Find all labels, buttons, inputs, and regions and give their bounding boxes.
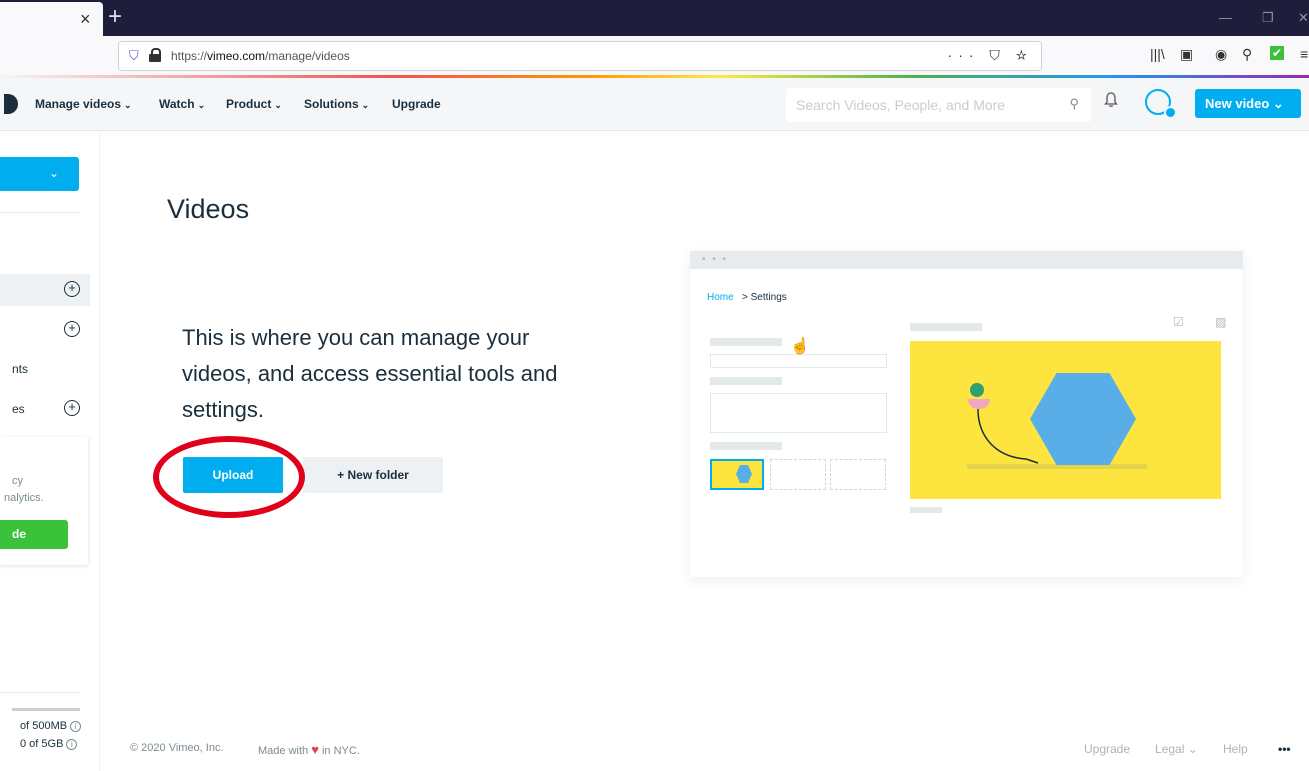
empty-state-description: This is where you can manage your videos…	[182, 325, 558, 422]
nav-watch[interactable]: Watch ⌄	[159, 97, 205, 111]
search-placeholder: Search Videos, People, and More	[796, 97, 1006, 113]
divider	[0, 692, 80, 693]
placeholder-thumbnail-selected	[710, 459, 764, 490]
footer-legal-link[interactable]: Legal ⌄	[1155, 742, 1198, 756]
illustration-window-bar: • • •	[690, 251, 1243, 269]
extension-icon[interactable]: ◉	[1215, 46, 1227, 63]
card-text: nalytics.	[4, 492, 44, 504]
chevron-down-icon: ⌄	[124, 100, 132, 110]
footer-upgrade-link[interactable]: Upgrade	[1084, 742, 1130, 756]
footer-made-with: Made with ♥ in NYC.	[258, 742, 360, 757]
info-icon[interactable]: i	[70, 721, 82, 732]
hexagon-icon	[736, 465, 752, 483]
illustration-icons: ☑ ▨	[1173, 315, 1241, 329]
sidebar: ⌄ + + nts es + cy nalytics. de of 500MB i…	[0, 131, 100, 771]
add-icon[interactable]: +	[64, 321, 80, 337]
bell-icon[interactable]	[1104, 92, 1118, 107]
card-text: cy	[12, 475, 23, 487]
sidebar-item-label: es	[12, 402, 25, 416]
more-icon[interactable]: •••	[1278, 742, 1291, 756]
storage-total: 0 of 5GB i	[20, 738, 78, 750]
placeholder-bar	[910, 323, 982, 331]
illustration-breadcrumb-settings: > Settings	[742, 292, 787, 303]
new-folder-button[interactable]: + New folder	[303, 457, 443, 493]
nav-solutions[interactable]: Solutions ⌄	[304, 97, 369, 111]
avatar-menu-icon[interactable]	[1164, 106, 1177, 119]
placeholder-box	[710, 393, 887, 433]
new-tab-icon[interactable]: +	[108, 4, 122, 30]
nav-manage-videos[interactable]: Manage videos ⌄	[35, 97, 132, 111]
upgrade-card: cy nalytics. de	[0, 437, 88, 565]
storage-weekly: of 500MB i	[20, 720, 82, 732]
chevron-down-icon: ⌄	[361, 100, 370, 110]
nav-upgrade[interactable]: Upgrade	[392, 97, 441, 111]
browser-toolbar: ⛉ https://vimeo.com/manage/videos ··· ⛉ …	[0, 36, 1309, 76]
footer-help-link[interactable]: Help	[1223, 742, 1248, 756]
add-icon[interactable]: +	[64, 281, 80, 297]
placeholder-bar	[710, 442, 782, 450]
sidebar-item-active[interactable]: +	[0, 274, 90, 306]
placeholder-bar	[910, 507, 942, 513]
library-icon[interactable]: |||\	[1150, 46, 1165, 62]
url-bar[interactable]: ⛉ https://vimeo.com/manage/videos ··· ⛉ …	[118, 41, 1042, 71]
lock-icon[interactable]	[149, 48, 161, 62]
restore-icon[interactable]: ❐	[1262, 10, 1274, 26]
shield-icon[interactable]: ⛉	[129, 48, 139, 64]
nav-product[interactable]: Product ⌄	[226, 97, 282, 111]
window-close-icon[interactable]: ✕	[1298, 10, 1309, 26]
placeholder-bar	[710, 338, 782, 346]
close-tab-icon[interactable]: ×	[80, 10, 91, 28]
sidebar-item[interactable]: +	[0, 314, 90, 346]
chevron-down-icon: ⌄	[197, 100, 206, 110]
heart-icon: ♥	[311, 742, 319, 757]
sidebar-icon[interactable]: ▣	[1180, 46, 1193, 63]
window-dots-icon: • • •	[702, 254, 729, 265]
settings-illustration: • • • Home > Settings ☑ ▨ ☝	[690, 251, 1243, 577]
vine-line	[977, 408, 1039, 464]
footer-copyright: © 2020 Vimeo, Inc.	[130, 742, 224, 754]
zoom-icon[interactable]: ⚲	[1242, 46, 1252, 63]
sidebar-item-label[interactable]: nts	[12, 362, 28, 376]
sidebar-dropdown-button[interactable]: ⌄	[0, 157, 79, 191]
minimize-icon[interactable]: —	[1219, 10, 1232, 25]
hand-cursor-icon: ☝	[790, 338, 810, 355]
search-input[interactable]: Search Videos, People, and More ⚲	[786, 88, 1091, 122]
upgrade-button[interactable]: de	[0, 520, 68, 549]
placeholder-thumbnail	[830, 459, 886, 490]
illustration-scene	[910, 341, 1221, 499]
add-icon[interactable]: +	[64, 400, 80, 416]
sidebar-item[interactable]: es +	[0, 393, 90, 425]
bird-icon	[970, 383, 984, 397]
vimeo-logo[interactable]	[4, 94, 18, 114]
chevron-down-icon: ⌄	[274, 100, 282, 110]
url-text[interactable]: https://vimeo.com/manage/videos	[171, 49, 350, 63]
info-icon[interactable]: i	[66, 739, 78, 750]
browser-tab[interactable]: ×	[0, 2, 103, 36]
checkmark-icon[interactable]: ✔	[1270, 46, 1285, 60]
new-video-button[interactable]: New video ⌄	[1195, 89, 1301, 118]
divider	[0, 212, 80, 213]
menu-icon[interactable]: ≡	[1300, 46, 1308, 62]
page-actions-icon[interactable]: ··· ⛉ ☆	[948, 47, 1033, 64]
placeholder-box	[710, 354, 887, 368]
annotation-circle	[153, 436, 305, 518]
page-title: Videos	[167, 194, 250, 224]
placeholder-bar	[710, 377, 782, 385]
browser-tab-bar: × + — ❐ ✕	[0, 0, 1309, 36]
placeholder-thumbnail	[770, 459, 826, 490]
storage-bar	[12, 708, 80, 711]
search-icon[interactable]: ⚲	[1069, 96, 1079, 112]
illustration-breadcrumb-home: Home	[707, 292, 734, 303]
